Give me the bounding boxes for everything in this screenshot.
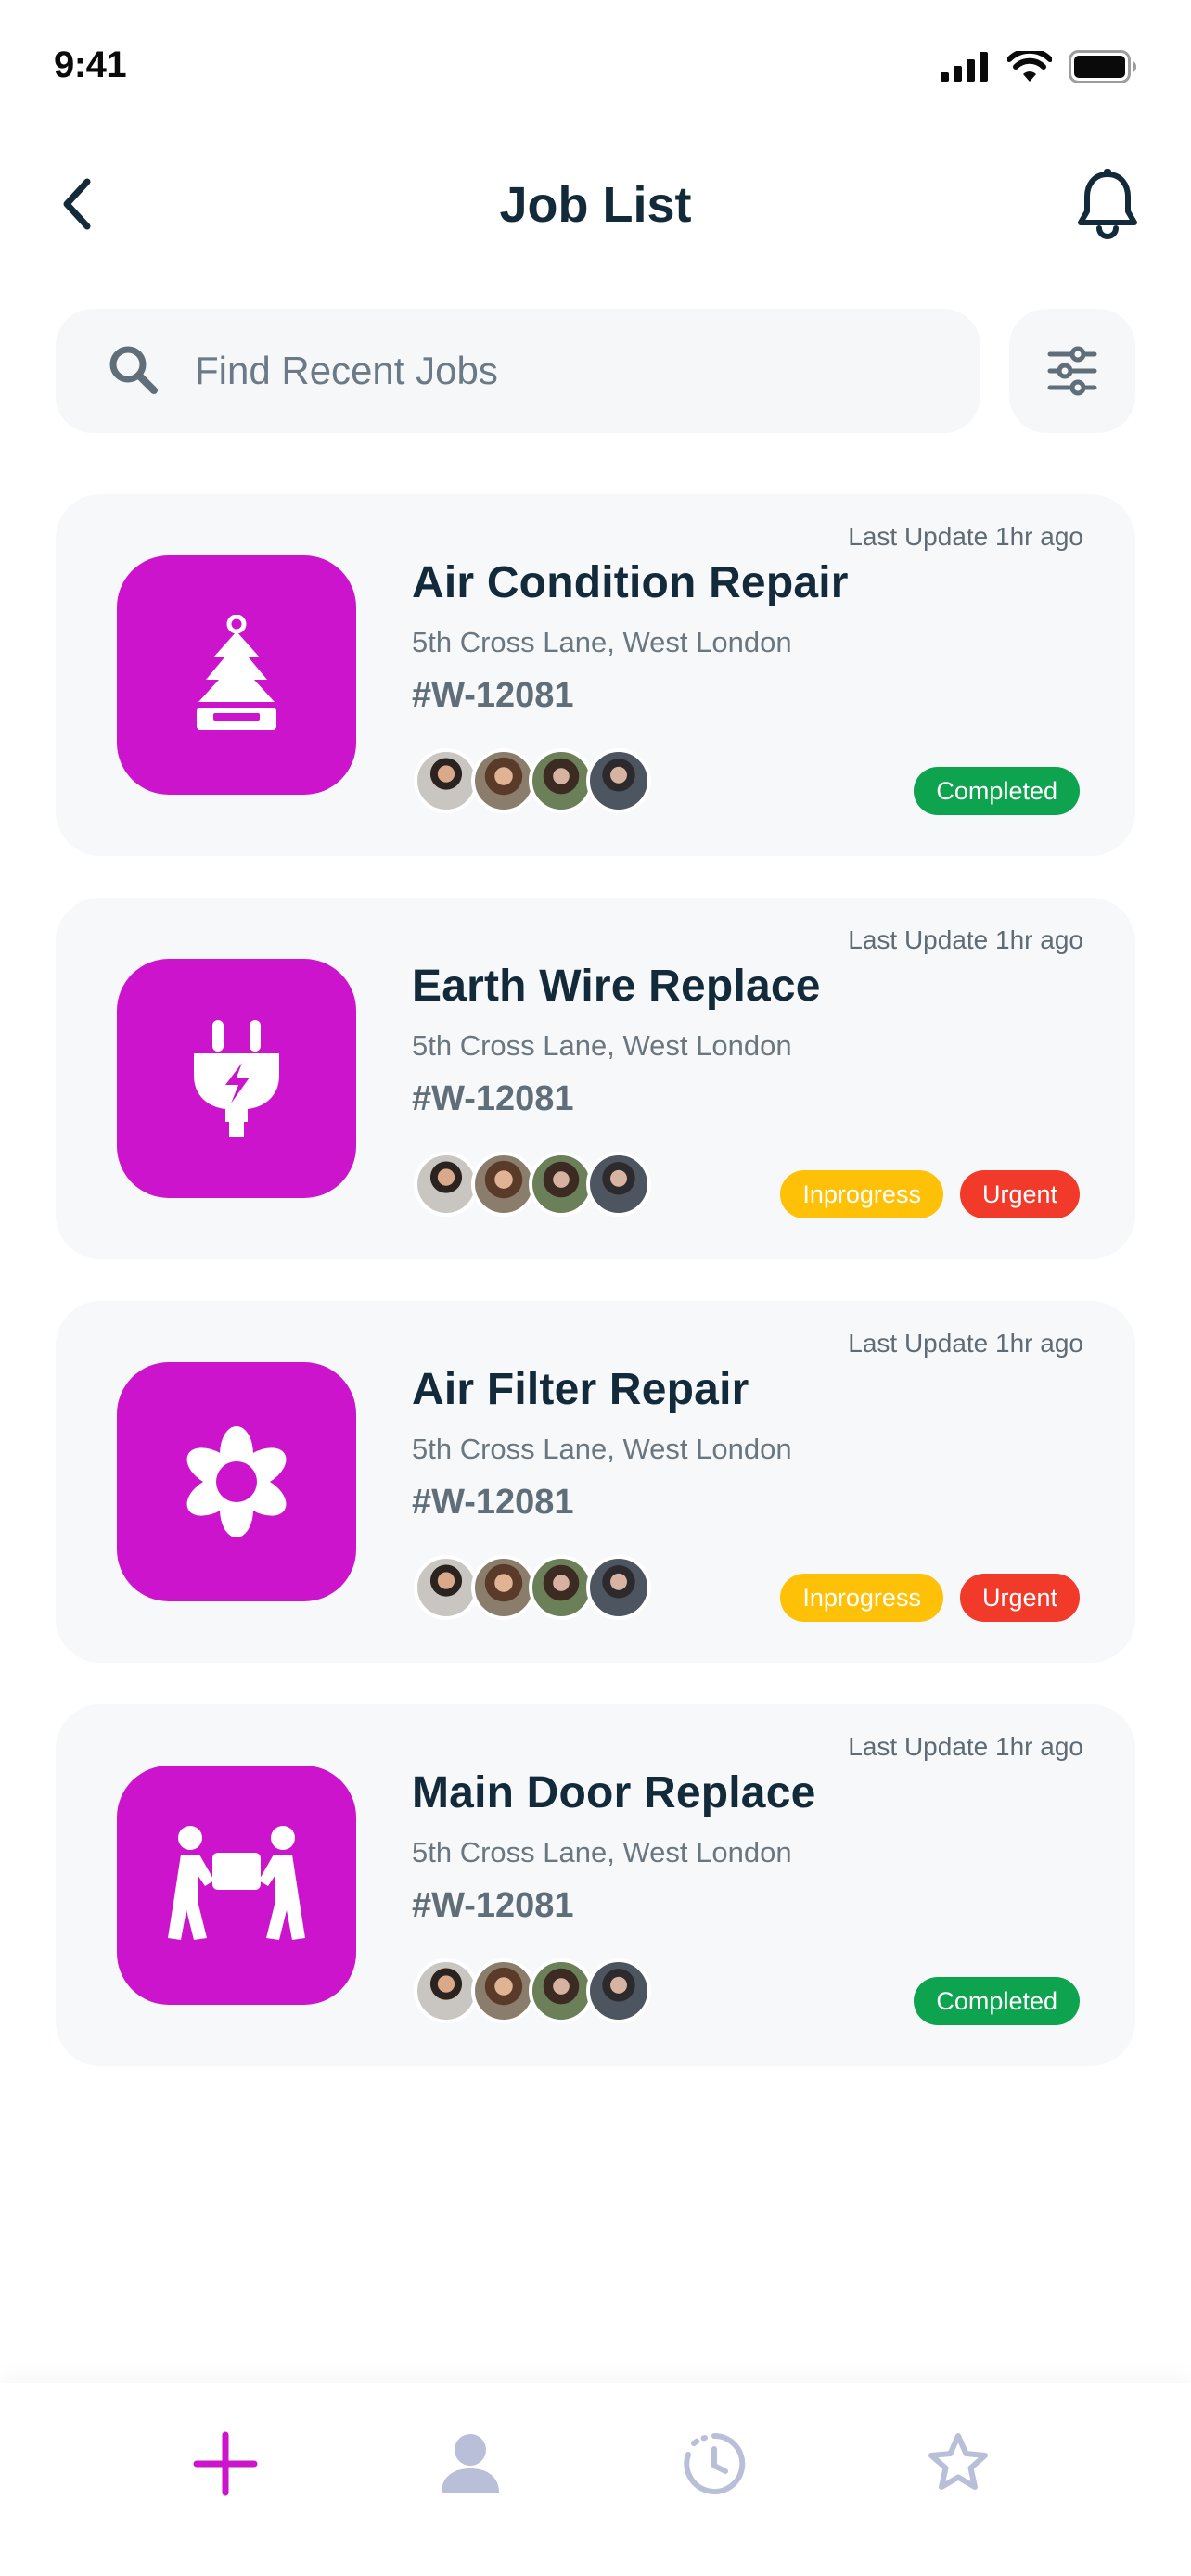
assignee-avatars (414, 748, 673, 813)
cellular-signal-icon (941, 52, 988, 82)
job-id: #W-12081 (412, 1483, 574, 1522)
job-id: #W-12081 (412, 676, 574, 715)
job-icon-tile (117, 1766, 356, 2005)
notifications-button[interactable] (1070, 167, 1145, 241)
avatar (529, 748, 594, 813)
avatar (414, 1958, 479, 2023)
tab-favorites[interactable] (916, 2422, 1000, 2506)
plus-icon (193, 2431, 258, 2496)
status-time: 9:41 (54, 45, 127, 85)
tab-history[interactable] (672, 2422, 756, 2506)
job-title: Air Condition Repair (412, 558, 849, 607)
status-badges: Completed (914, 1977, 1080, 2025)
status-badge-inprogress: Inprogress (780, 1574, 943, 1622)
status-badge-urgent: Urgent (959, 1170, 1080, 1218)
job-title: Earth Wire Replace (412, 962, 821, 1011)
assignee-avatars (414, 1152, 673, 1217)
job-title: Air Filter Repair (412, 1365, 749, 1414)
status-bar: 9:41 (0, 0, 1191, 121)
job-card[interactable]: Last Update 1hr ago Air Filter Repair 5t… (56, 1301, 1135, 1663)
avatar (471, 748, 536, 813)
avatar (414, 1152, 479, 1217)
avatar (586, 1555, 651, 1620)
status-badges: Inprogress Urgent (780, 1574, 1080, 1622)
avatar (414, 1555, 479, 1620)
job-address: 5th Cross Lane, West London (412, 1433, 792, 1465)
avatar (471, 1958, 536, 2023)
search-input[interactable] (195, 309, 937, 433)
tab-add[interactable] (184, 2422, 267, 2506)
status-badge-urgent: Urgent (959, 1574, 1080, 1622)
navigation-bar: Job List (0, 158, 1191, 250)
star-icon (928, 2433, 988, 2490)
status-badges: Completed (914, 767, 1080, 815)
last-update-text: Last Update 1hr ago (848, 522, 1083, 551)
tree-icon (197, 615, 276, 730)
avatar (471, 1152, 536, 1217)
job-card[interactable]: Last Update 1hr ago Main Door Replace 5t… (56, 1704, 1135, 2066)
job-address: 5th Cross Lane, West London (412, 626, 792, 658)
last-update-text: Last Update 1hr ago (848, 1329, 1083, 1358)
status-badge-completed: Completed (914, 1977, 1080, 2025)
job-title: Main Door Replace (412, 1768, 816, 1817)
history-icon (684, 2432, 746, 2494)
job-icon-tile (117, 555, 356, 795)
avatar (529, 1555, 594, 1620)
avatar (586, 1958, 651, 2023)
status-badges: Inprogress Urgent (780, 1170, 1080, 1218)
search-bar (56, 309, 980, 433)
battery-icon (1069, 50, 1136, 83)
last-update-text: Last Update 1hr ago (848, 925, 1083, 954)
status-badge-inprogress: Inprogress (780, 1170, 943, 1218)
search-icon (109, 346, 158, 394)
job-id: #W-12081 (412, 1886, 574, 1925)
filter-button[interactable] (1009, 309, 1135, 433)
avatar (529, 1152, 594, 1217)
job-card[interactable]: Last Update 1hr ago Earth Wire Replace 5… (56, 898, 1135, 1259)
job-card[interactable]: Last Update 1hr ago Air Condition Repair… (56, 494, 1135, 856)
status-badge-completed: Completed (914, 767, 1080, 815)
movers-icon (168, 1826, 305, 1940)
last-update-text: Last Update 1hr ago (848, 1732, 1083, 1761)
job-id: #W-12081 (412, 1079, 574, 1118)
avatar (586, 748, 651, 813)
page-title: Job List (499, 177, 692, 233)
avatar (586, 1152, 651, 1217)
avatar (471, 1555, 536, 1620)
job-address: 5th Cross Lane, West London (412, 1029, 792, 1062)
job-icon-tile (117, 1362, 356, 1601)
flower-icon (186, 1426, 287, 1537)
status-icons (941, 50, 1137, 83)
bell-icon (1078, 169, 1137, 239)
user-icon (442, 2434, 499, 2493)
wifi-icon (1007, 51, 1052, 82)
tab-profile[interactable] (429, 2422, 512, 2506)
sliders-icon (1047, 346, 1097, 396)
job-icon-tile (117, 959, 356, 1198)
plug-icon (194, 1020, 279, 1137)
job-address: 5th Cross Lane, West London (412, 1836, 792, 1868)
assignee-avatars (414, 1958, 673, 2023)
assignee-avatars (414, 1555, 673, 1620)
avatar (529, 1958, 594, 2023)
avatar (414, 748, 479, 813)
bottom-tab-bar (0, 2383, 1191, 2576)
